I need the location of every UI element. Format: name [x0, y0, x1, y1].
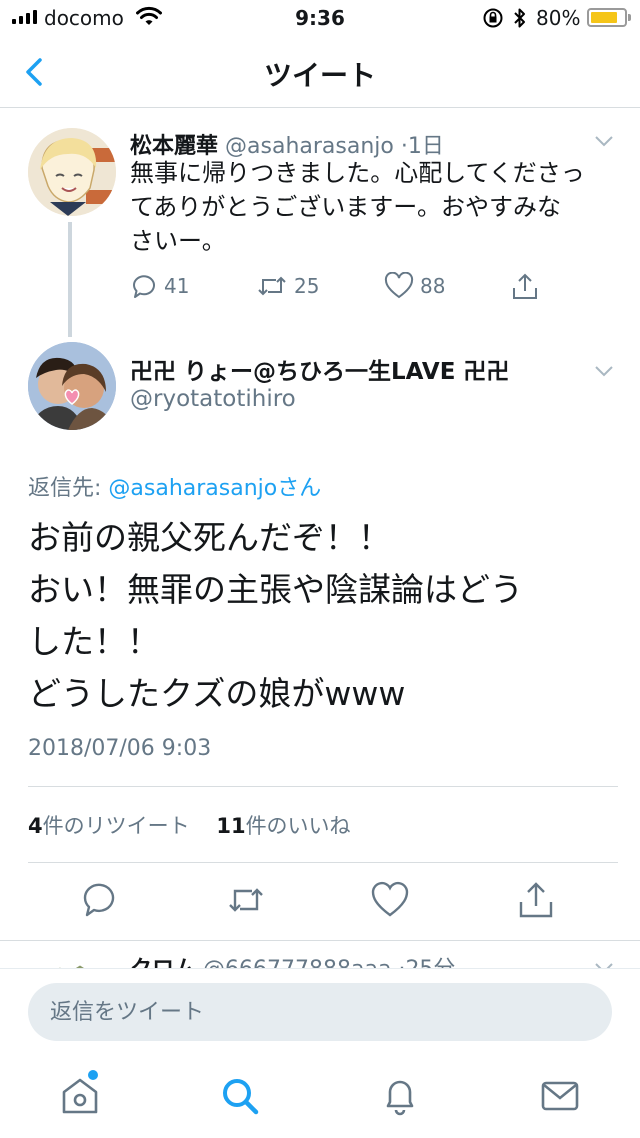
- tweet-timestamp: 2018/07/06 9:03: [28, 736, 212, 761]
- like-count: 88: [420, 274, 446, 298]
- rotation-lock-icon: [483, 8, 503, 28]
- messages-icon[interactable]: [538, 1074, 582, 1118]
- reply-icon[interactable]: [80, 880, 120, 920]
- focused-author-handle[interactable]: @ryotatotihiro: [130, 386, 296, 412]
- tweet-text-line: した！！: [28, 622, 160, 661]
- navigation-header: ツイート: [0, 36, 640, 108]
- reply-input[interactable]: [28, 983, 612, 1041]
- reply-composer-bar: [0, 968, 640, 1058]
- search-icon[interactable]: [218, 1074, 262, 1118]
- reply-to-label: 返信先:: [28, 476, 109, 501]
- divider: [28, 862, 618, 863]
- tweet-text-line: お前の親父死んだぞ！！: [28, 518, 391, 557]
- bluetooth-icon: [514, 8, 525, 28]
- retweet-button[interactable]: 25: [256, 272, 319, 300]
- home-icon[interactable]: [58, 1074, 102, 1118]
- focused-tweet-text: お前の親父死んだぞ！！ おい！無罪の主張や陰謀論はどう した！！ どうしたクズの…: [28, 512, 618, 720]
- retweets-stat[interactable]: 4件のリツイート: [28, 814, 190, 838]
- parent-tweet-text: 無事に帰りつきました。心配してくださっ てありがとうございますー。おやすみな さ…: [130, 156, 620, 258]
- tweet-stats: 4件のリツイート 11件のいいね: [28, 810, 351, 840]
- share-icon[interactable]: [516, 880, 556, 920]
- battery-percentage: 80%: [536, 6, 581, 30]
- avatar-illustration-icon: [59, 965, 84, 968]
- chevron-down-icon[interactable]: [594, 364, 614, 378]
- retweet-stat-label: 件のリツイート: [42, 814, 190, 838]
- divider: [28, 786, 618, 787]
- share-button[interactable]: [510, 272, 540, 302]
- likes-stat[interactable]: 11件のいいね: [216, 814, 350, 838]
- tweet-text-line: さいー。: [130, 227, 226, 255]
- status-bar: docomo 9:36 80%: [0, 0, 640, 36]
- battery-level: [591, 12, 617, 23]
- heart-icon: [384, 272, 414, 299]
- next-author-handle[interactable]: @666777888aaa: [203, 957, 391, 968]
- focused-tweet-avatar[interactable]: [28, 342, 116, 430]
- retweet-stat-count: 4: [28, 814, 43, 838]
- avatar-photo-icon: [28, 342, 116, 430]
- reply-to-mention[interactable]: @asaharasanjoさん: [108, 476, 321, 501]
- like-button[interactable]: 88: [384, 272, 445, 300]
- share-icon: [513, 273, 537, 299]
- parent-tweet-avatar[interactable]: [28, 128, 116, 216]
- focused-author-name[interactable]: 卍卍 りょー@ちひろ一生LAVE 卍卍: [130, 352, 509, 386]
- retweet-count: 25: [294, 274, 320, 298]
- chevron-down-icon[interactable]: [594, 961, 614, 968]
- battery-icon: [587, 8, 631, 27]
- parent-tweet-actions: 41 25 88: [130, 272, 550, 308]
- tweet-text-line: てありがとうございますー。おやすみな: [130, 193, 562, 221]
- thread-connector-line: [68, 222, 72, 337]
- chevron-down-icon[interactable]: [594, 134, 614, 148]
- new-content-dot: [88, 1070, 98, 1080]
- next-tweet-preview[interactable]: クロム @666777888aaa ·25分: [0, 940, 640, 968]
- retweet-icon[interactable]: [226, 880, 266, 920]
- reply-to-line: 返信先: @asaharasanjoさん: [28, 470, 321, 502]
- reply-icon: [133, 275, 155, 298]
- like-stat-label: 件のいいね: [245, 814, 351, 838]
- tweet-text-line: おい！無罪の主張や陰謀論はどう: [28, 570, 523, 609]
- like-stat-count: 11: [216, 814, 246, 838]
- retweet-icon: [258, 276, 286, 296]
- reply-count: 41: [164, 274, 190, 298]
- next-author-name[interactable]: クロム: [130, 957, 196, 968]
- notifications-icon[interactable]: [378, 1074, 422, 1118]
- heart-icon[interactable]: [370, 880, 410, 920]
- focused-tweet-actions: [0, 880, 640, 920]
- tweet-text-line: 無事に帰りつきました。心配してくださっ: [130, 159, 585, 187]
- tweet-text-line: どうしたクズの娘がwww: [28, 674, 406, 713]
- page-title: ツイート: [263, 59, 376, 92]
- next-tweet-age: 25分: [405, 957, 455, 968]
- avatar-illustration-icon: [28, 128, 116, 216]
- reply-button[interactable]: 41: [130, 272, 189, 300]
